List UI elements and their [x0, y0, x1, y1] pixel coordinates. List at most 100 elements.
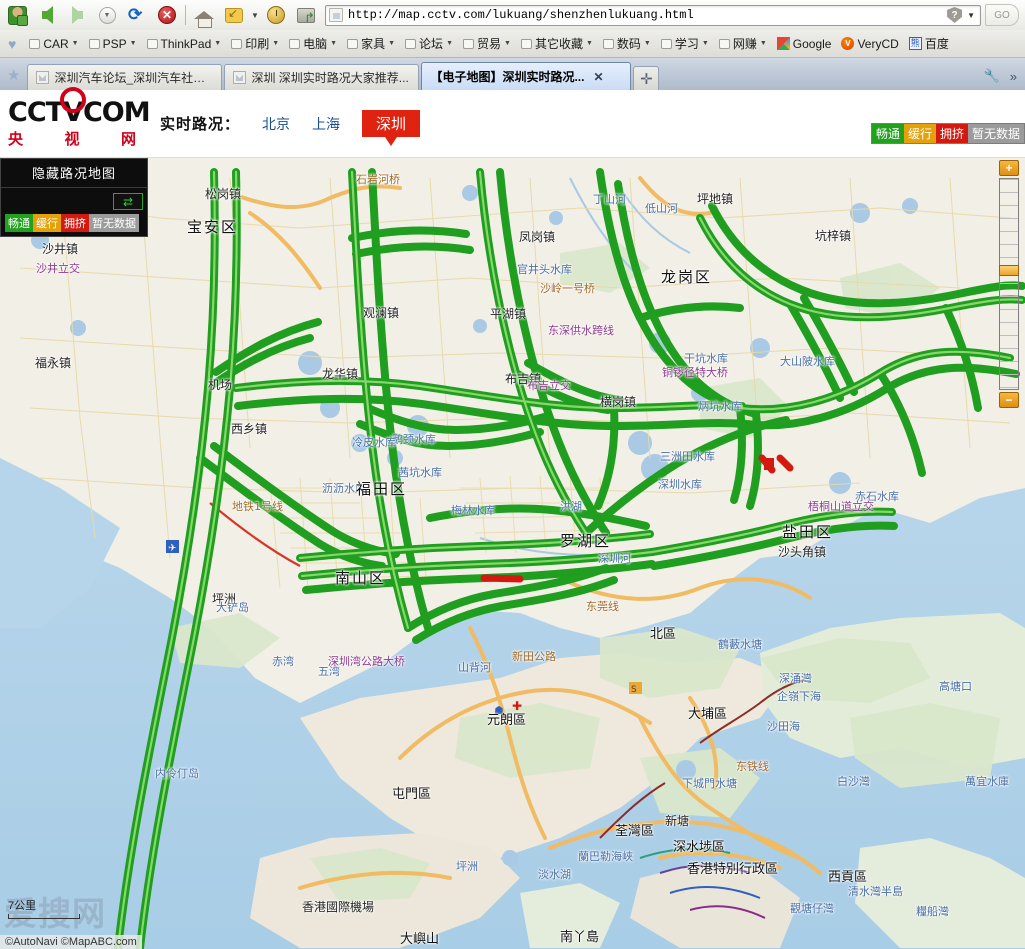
- site-header: CCTVCOM 央 视 网 实时路况： 北京 上海 深圳 畅通 缓行 拥挤 暂无…: [0, 86, 1025, 158]
- downloads-icon[interactable]: [219, 1, 249, 29]
- bookmark-verycd[interactable]: V VeryCD: [836, 35, 903, 53]
- bookmark-car[interactable]: CAR ▼: [24, 35, 83, 53]
- bookmark-wangzhuan[interactable]: 网赚 ▼: [714, 33, 772, 54]
- forward-icon[interactable]: [62, 1, 92, 29]
- folder-icon: [88, 38, 100, 49]
- close-icon[interactable]: ✕: [589, 70, 603, 84]
- new-tab-button[interactable]: ✛: [633, 66, 660, 90]
- legend-congested: 拥挤: [935, 124, 968, 143]
- city-tab-beijing[interactable]: 北京: [262, 114, 290, 134]
- panel-legend-slow: 缓行: [33, 214, 61, 232]
- bookmark-qitashoucang[interactable]: 其它收藏 ▼: [516, 33, 598, 54]
- zoom-slider-track[interactable]: [999, 178, 1019, 390]
- map-attribution: ©AutoNavi ©MapABC.com: [0, 935, 142, 949]
- zoom-slider-thumb[interactable]: [999, 265, 1019, 276]
- go-button[interactable]: GO: [985, 4, 1019, 26]
- zoom-out-button[interactable]: −: [999, 392, 1019, 408]
- back-icon[interactable]: [32, 1, 62, 29]
- bookmarks-bar: ♥ CAR ▼ PSP ▼ ThinkPad ▼ 印刷 ▼ 电脑 ▼ 家具 ▼ …: [0, 30, 1025, 58]
- bookmark-label: 网赚: [732, 37, 757, 51]
- chevron-down-icon: ▼: [585, 40, 593, 47]
- bookmark-label: 百度: [924, 37, 949, 51]
- header-traffic-legend: 畅通 缓行 拥挤 暂无数据: [870, 123, 1025, 144]
- bookmark-jiaju[interactable]: 家具 ▼: [342, 33, 400, 54]
- map-scale-label: 7公里: [8, 900, 37, 912]
- bookmark-label: 印刷: [245, 37, 270, 51]
- favorites-heart-icon[interactable]: ♥: [8, 36, 16, 52]
- bookmark-yinshua[interactable]: 印刷 ▼: [226, 33, 284, 54]
- logo-ring-icon: [60, 86, 86, 113]
- baidu-favicon-icon: 熊: [908, 37, 922, 50]
- history-icon[interactable]: [261, 1, 291, 29]
- logo-sub-1: 央: [8, 130, 24, 148]
- google-favicon-icon: [776, 37, 790, 50]
- tab-favicon-icon: [233, 71, 247, 84]
- bookmark-diannao[interactable]: 电脑 ▼: [284, 33, 342, 54]
- save-page-icon[interactable]: [291, 1, 321, 29]
- map-viewport[interactable]: ✈ S ✚ ☗ ✈ 松岗镇宝安区沙井镇沙井立交福永镇机场石岩河桥鹅颈水库茜坑水库…: [0, 158, 1025, 949]
- bookmark-label: ThinkPad: [160, 36, 212, 51]
- panel-traffic-legend: 畅通 缓行 拥挤 暂无数据: [5, 214, 143, 232]
- folder-icon: [347, 38, 359, 49]
- folder-icon: [405, 38, 417, 49]
- reload-icon[interactable]: ⟳: [122, 1, 152, 29]
- bookmark-thinkpad[interactable]: ThinkPad ▼: [142, 35, 227, 53]
- folder-icon: [29, 38, 41, 49]
- city-tab-shenzhen[interactable]: 深圳: [362, 110, 421, 146]
- city-tab-shanghai[interactable]: 上海: [312, 114, 340, 134]
- tab-shenzhen-auto-forum[interactable]: 深圳汽车论坛_深圳汽车社区...: [27, 64, 223, 90]
- zoom-in-button[interactable]: +: [999, 160, 1019, 176]
- legend-nodata: 暂无数据: [967, 124, 1024, 143]
- tab-label: 【电子地图】深圳实时路况...: [430, 70, 585, 84]
- folder-icon: [718, 38, 730, 49]
- traffic-map-panel[interactable]: 隐藏路况地图 ⇄ 畅通 缓行 拥挤 暂无数据: [0, 158, 148, 237]
- tab-electronic-map-shenzhen-traffic[interactable]: 【电子地图】深圳实时路况... ✕: [421, 62, 632, 90]
- stop-icon[interactable]: ✕: [152, 1, 182, 29]
- recent-pages-dropdown-icon[interactable]: ▼: [92, 1, 122, 29]
- bookmark-google[interactable]: Google: [772, 35, 837, 53]
- bookmark-luntan[interactable]: 论坛 ▼: [400, 33, 458, 54]
- panel-legend-smooth: 畅通: [5, 214, 33, 232]
- chevron-down-icon: ▼: [214, 40, 222, 47]
- bookmark-baidu[interactable]: 熊 百度: [904, 33, 954, 54]
- bookmark-psp[interactable]: PSP ▼: [84, 35, 142, 53]
- bookmark-label: 电脑: [303, 37, 328, 51]
- bookmark-label: Google: [792, 36, 832, 51]
- cctv-logo[interactable]: CCTVCOM 央 视 网: [0, 86, 151, 149]
- chevron-down-icon: ▼: [504, 40, 511, 47]
- svg-text:✈: ✈: [168, 543, 176, 554]
- bookmark-shuma[interactable]: 数码 ▼: [598, 33, 656, 54]
- bookmark-maoyi[interactable]: 贸易 ▼: [458, 33, 516, 54]
- overflow-chevron-icon[interactable]: »: [1010, 69, 1017, 84]
- user-profile-icon[interactable]: [2, 1, 32, 29]
- logo-sub-3: 网: [120, 130, 136, 148]
- chevron-down-icon: ▼: [388, 40, 396, 47]
- bookmark-star-icon[interactable]: ★: [4, 66, 27, 90]
- bookmark-xuexi[interactable]: 学习 ▼: [656, 33, 714, 54]
- tab-bar: ★ 深圳汽车论坛_深圳汽车社区... 深圳 深圳实时路况大家推荐... 【电子地…: [0, 58, 1025, 90]
- downloads-dropdown-icon[interactable]: ▼: [249, 1, 261, 29]
- bookmark-label: PSP: [102, 36, 127, 51]
- folder-icon: [146, 38, 158, 49]
- folder-icon: [660, 38, 672, 49]
- map-zoom-control[interactable]: + −: [996, 160, 1022, 408]
- hide-traffic-map-button[interactable]: 隐藏路况地图: [1, 159, 147, 188]
- refresh-icon[interactable]: ⇄: [113, 193, 143, 210]
- bookmark-label: 数码: [616, 37, 641, 51]
- chevron-down-icon: ▼: [701, 40, 709, 47]
- address-bar[interactable]: http://map.cctv.com/lukuang/shenzhenluku…: [325, 4, 981, 26]
- logo-text-com: COM: [82, 96, 151, 128]
- home-icon[interactable]: [189, 1, 219, 29]
- bookmark-label: 家具: [361, 37, 386, 51]
- chevron-down-icon: ▼: [446, 40, 453, 47]
- page-content: CCTVCOM 央 视 网 实时路况： 北京 上海 深圳 畅通 缓行 拥挤 暂无…: [0, 86, 1025, 949]
- tab-bar-tools: 🔧 »: [984, 68, 1025, 90]
- chevron-down-icon: ▼: [643, 40, 651, 47]
- bookmark-label: CAR: [43, 36, 69, 51]
- svg-text:S: S: [631, 685, 637, 695]
- wrench-icon[interactable]: 🔧: [984, 68, 1000, 84]
- security-shield-icon[interactable]: ?: [947, 7, 963, 23]
- tab-shenzhen-traffic-recommend[interactable]: 深圳 深圳实时路况大家推荐...: [224, 64, 420, 90]
- chevron-down-icon[interactable]: ▼: [965, 11, 977, 20]
- legend-smooth: 畅通: [871, 124, 904, 143]
